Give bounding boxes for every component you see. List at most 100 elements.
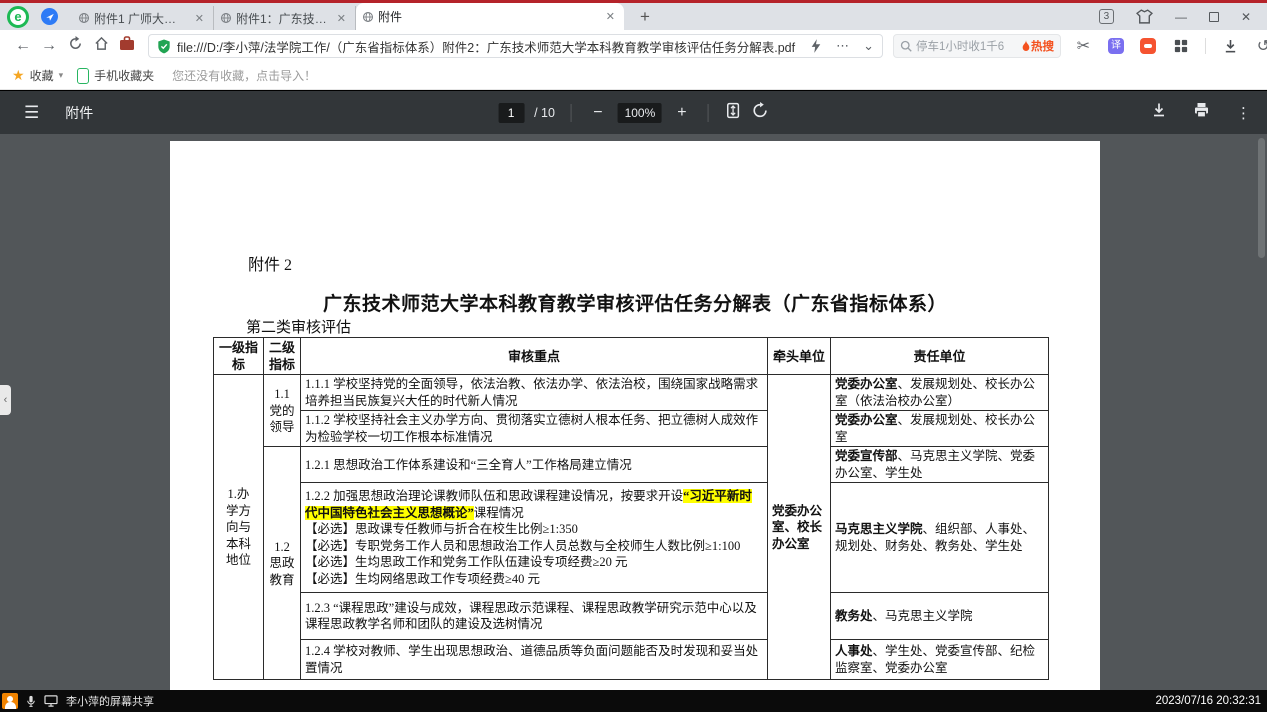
table-row: 1.2.3 “课程思政”建设与成效，课程思政示范课程、课程思政教学研究示范中心以… — [214, 593, 1049, 640]
minimize-button[interactable]: — — [1175, 10, 1187, 24]
pdf-page: 附件 2 广东技术师范大学本科教育教学审核评估任务分解表（广东省指标体系） 第二… — [170, 141, 1100, 690]
favorites-star-icon[interactable]: ★ — [12, 67, 25, 84]
hot-search-link[interactable]: 热搜 — [1021, 38, 1054, 54]
pdf-page-controls: 1 / 10 − 100% + — [498, 102, 769, 124]
responsible-1-2-1: 党委宣传部、马克思主义学院、党委办公室、学生处 — [831, 447, 1049, 483]
tab-3-active[interactable]: 附件 ✕ — [356, 3, 624, 30]
recording-timestamp: 2023/07/16 20:32:31 — [1155, 695, 1267, 707]
tab-1[interactable]: 附件1 广师大教【2019】168 ✕ — [72, 6, 214, 30]
header-level1: 一级指标 — [214, 338, 264, 375]
restore-session-icon[interactable]: ↺ — [1255, 38, 1267, 55]
focus-1-2-1: 1.2.1 思想政治工作体系建设和“三全育人”工作格局建立情况 — [301, 447, 768, 483]
vertical-scrollbar-thumb[interactable] — [1258, 138, 1265, 258]
toolbar-divider — [1205, 38, 1206, 54]
audit-task-table: 一级指标 二级指标 审核重点 牵头单位 责任单位 1.办 学方 向与 本科 地位… — [213, 337, 1049, 680]
close-window-button[interactable]: ✕ — [1241, 10, 1251, 24]
page-number-input[interactable]: 1 — [498, 103, 524, 123]
required-item: 【必选】生均网络思政工作专项经费≥40 元 — [305, 571, 763, 588]
mobile-bookmarks-icon — [77, 68, 89, 84]
share-session-label: 李小萍的屏幕共享 — [66, 693, 154, 709]
pdf-more-menu-icon[interactable]: ⋮ — [1236, 104, 1251, 122]
header-lead: 牵头单位 — [768, 338, 831, 375]
bookmarks-import-hint[interactable]: 您还没有收藏，点击导入！ — [172, 67, 316, 84]
tab-title: 附件 — [378, 8, 599, 25]
apps-grid-icon[interactable] — [1172, 38, 1189, 55]
tab-2[interactable]: 附件1：广东技术师范大学本科 ✕ — [214, 6, 356, 30]
header-responsible: 责任单位 — [831, 338, 1049, 375]
search-query[interactable]: 停车1小时收1千6 — [916, 38, 1021, 54]
pdf-print-button[interactable] — [1193, 102, 1210, 123]
globe-icon — [78, 12, 90, 24]
downloads-icon[interactable] — [1222, 38, 1239, 55]
table-row: 1.办 学方 向与 本科 地位 1.1 党的 领导 1.1.1 学校坚持党的全面… — [214, 375, 1049, 411]
tab-close-icon[interactable]: ✕ — [334, 12, 349, 25]
mobile-bookmarks-folder[interactable]: 手机收藏夹 — [94, 67, 154, 84]
tab-close-icon[interactable]: ✕ — [603, 10, 618, 23]
table-row: 1.2 思政 教育 1.2.1 思想政治工作体系建设和“三全育人”工作格局建立情… — [214, 447, 1049, 483]
tab-close-icon[interactable]: ✕ — [192, 12, 207, 25]
speed-mode-bolt-icon[interactable] — [810, 39, 822, 53]
address-bar[interactable]: file:///D:/李小萍/法学院工作/（广东省指标体系）附件2：广东技术师范… — [148, 34, 883, 58]
section-1-1-cell: 1.1 党的 领导 — [264, 375, 301, 447]
required-item: 【必选】生均思政工作和党务工作队伍建设专项经费≥20 元 — [305, 554, 763, 571]
screenshot-scissors-icon[interactable]: ✂ — [1075, 38, 1092, 55]
document-title: 广东技术师范大学本科教育教学审核评估任务分解表（广东省指标体系） — [170, 289, 1100, 316]
fit-page-button[interactable] — [725, 102, 742, 124]
rotate-button[interactable] — [752, 102, 769, 124]
toolbox-icon[interactable] — [114, 36, 140, 56]
security-shield-icon — [157, 39, 171, 54]
window-controls: 3 — ✕ — [1099, 9, 1267, 24]
focus-1-1-1: 1.1.1 学校坚持党的全面领导，依法治教、依法办学、依法治校，围绕国家战略需求… — [301, 375, 768, 411]
attachment-number: 附件 2 — [248, 251, 292, 275]
tab-title: 附件1 广师大教【2019】168 — [94, 10, 188, 27]
pdf-toolbar-divider — [571, 104, 572, 122]
search-box[interactable]: 停车1小时收1千6 热搜 — [893, 34, 1061, 58]
header-focus: 审核重点 — [301, 338, 768, 375]
zoom-in-button[interactable]: + — [672, 104, 692, 122]
table-row: 1.2.2 加强思想政治理论课教师队伍和思政课程建设情况，按要求开设“习近平新时… — [214, 483, 1049, 593]
zoom-out-button[interactable]: − — [588, 104, 608, 122]
browser-toolbar: ← → file:///D:/李小萍/法学院工作/（广东省指标体系）附件2：广东… — [0, 30, 1267, 62]
lead-unit-cell: 党委办公室、校长办公室 — [768, 375, 831, 680]
favorites-caret-icon[interactable]: ▾ — [59, 70, 64, 81]
bookmarks-bar: ★ 收藏 ▾ 手机收藏夹 您还没有收藏，点击导入！ — [0, 62, 1267, 90]
forward-button[interactable]: → — [36, 37, 62, 55]
pdf-action-buttons: ⋮ — [1151, 102, 1267, 123]
toolbar-extensions: ✂ 译 ↺ ≡ — [1075, 38, 1267, 55]
pdf-viewport: 附件 2 广东技术师范大学本科教育教学审核评估任务分解表（广东省指标体系） 第二… — [0, 134, 1267, 690]
microphone-icon[interactable] — [26, 695, 36, 708]
zoom-level[interactable]: 100% — [618, 103, 662, 123]
screen: e 附件1 广师大教【2019】168 ✕ 附件1：广东技术师范大学本科 ✕ 附… — [0, 0, 1267, 712]
responsible-1-2-3: 教务处、马克思主义学院 — [831, 593, 1049, 640]
tab-strip: 附件1 广师大教【2019】168 ✕ 附件1：广东技术师范大学本科 ✕ 附件 … — [72, 3, 624, 30]
screen-share-icon[interactable] — [44, 695, 58, 707]
required-item: 【必选】思政课专任教师与折合在校生比例≥1:350 — [305, 521, 763, 538]
section-1-2-cell: 1.2 思政 教育 — [264, 447, 301, 680]
search-icon — [900, 40, 912, 52]
table-row: 1.2.4 学校对教师、学生出现思想政治、道德品质等负面问题能否及时发现和妥当处… — [214, 640, 1049, 680]
browser-logo-icon[interactable]: e — [7, 6, 29, 28]
url-text[interactable]: file:///D:/李小萍/法学院工作/（广东省指标体系）附件2：广东技术师范… — [177, 37, 810, 56]
page-total-label: / 10 — [534, 106, 555, 120]
pdf-download-button[interactable] — [1151, 102, 1167, 123]
favorites-label[interactable]: 收藏 — [30, 67, 54, 84]
reload-button[interactable] — [62, 36, 88, 56]
new-tab-button[interactable]: + — [634, 7, 656, 27]
pdf-sidebar-menu-icon[interactable]: ☰ — [24, 103, 39, 123]
sidebar-collapse-handle[interactable]: ‹ — [0, 385, 11, 415]
pinned-extension-icon[interactable] — [41, 8, 58, 25]
game-center-icon[interactable] — [1140, 38, 1156, 54]
responsible-1-1-1: 党委办公室、发展规划处、校长办公室（依法治校办公室） — [831, 375, 1049, 411]
theme-skin-icon[interactable] — [1136, 9, 1153, 24]
tab-count-badge[interactable]: 3 — [1099, 9, 1114, 24]
translate-icon[interactable]: 译 — [1108, 38, 1124, 54]
home-button[interactable] — [88, 36, 114, 56]
address-more-icon[interactable]: ⋯ — [836, 38, 849, 54]
maximize-button[interactable] — [1209, 12, 1219, 22]
table-header-row: 一级指标 二级指标 审核重点 牵头单位 责任单位 — [214, 338, 1049, 375]
focus-1-2-2-text: 1.2.2 加强思想政治理论课教师队伍和思政课程建设情况，按要求开设“习近平新时… — [305, 488, 763, 521]
address-dropdown-icon[interactable]: ⌄ — [863, 38, 874, 54]
focus-1-2-4: 1.2.4 学校对教师、学生出现思想政治、道德品质等负面问题能否及时发现和妥当处… — [301, 640, 768, 680]
back-button[interactable]: ← — [10, 37, 36, 55]
responsible-1-2-2: 马克思主义学院、组织部、人事处、规划处、财务处、教务处、学生处 — [831, 483, 1049, 593]
